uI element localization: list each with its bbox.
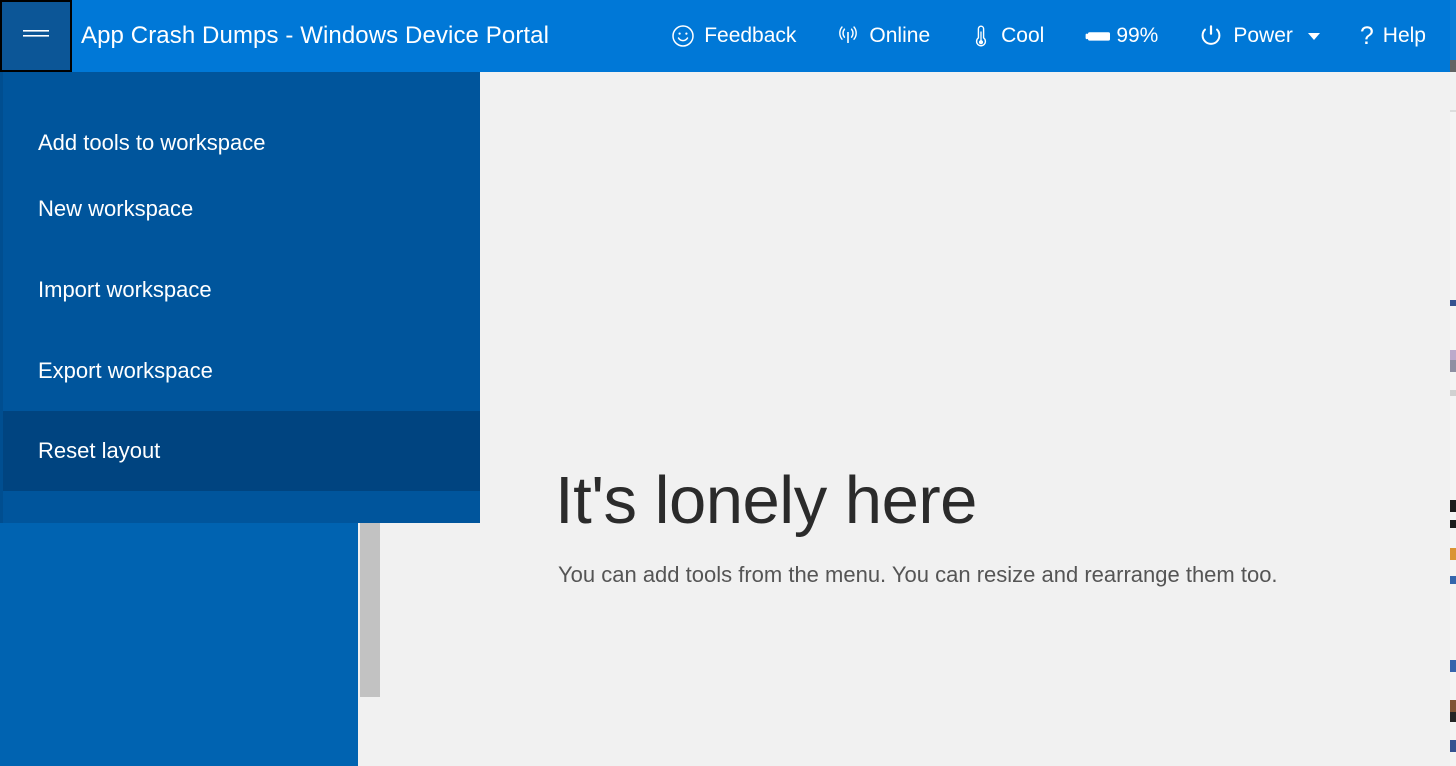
menu-item-import-workspace[interactable]: Import workspace — [0, 249, 480, 330]
online-status-button[interactable]: Online — [836, 0, 930, 72]
workspace-menu-panel: Add tools to workspace New workspace Imp… — [0, 72, 480, 523]
empty-state: It's lonely here You can add tools from … — [555, 467, 1278, 588]
battery-level-label: 99% — [1116, 24, 1159, 47]
background-window-sliver — [1450, 0, 1456, 766]
help-button[interactable]: ? Help — [1360, 0, 1426, 72]
temperature-status-button[interactable]: Cool — [970, 0, 1044, 72]
battery-status-button[interactable]: 99% — [1084, 0, 1158, 72]
hamburger-menu-button[interactable] — [0, 0, 72, 72]
hamburger-icon — [21, 26, 51, 47]
menu-item-label: Add tools to workspace — [38, 130, 266, 155]
feedback-label: Feedback — [704, 24, 797, 47]
chevron-down-icon — [1307, 32, 1320, 40]
power-icon — [1198, 23, 1224, 49]
menu-item-label: Export workspace — [38, 357, 213, 383]
power-menu-button[interactable]: Power — [1198, 0, 1320, 72]
menu-item-add-tools-to-workspace[interactable]: Add tools to workspace — [0, 72, 480, 168]
menu-item-export-workspace[interactable]: Export workspace — [0, 330, 480, 411]
menu-panel-left-edge — [0, 72, 3, 523]
menu-item-label: New workspace — [38, 195, 194, 221]
page-title: App Crash Dumps - Windows Device Portal — [81, 22, 550, 49]
question-mark-icon: ? — [1359, 21, 1374, 50]
thermometer-icon — [970, 23, 992, 49]
smiley-face-icon — [671, 24, 695, 48]
wifi-signal-icon — [836, 24, 860, 48]
power-label: Power — [1233, 24, 1293, 47]
empty-state-title: It's lonely here — [555, 463, 977, 538]
app-header: App Crash Dumps - Windows Device Portal … — [0, 0, 1450, 72]
app-root: Hologram Stability Kiosk mode Logging Ma… — [0, 0, 1456, 766]
menu-item-reset-layout[interactable]: Reset layout — [0, 411, 480, 491]
header-actions: Feedback Online Cool 99% Power ? Help — [671, 0, 1450, 72]
battery-icon — [1084, 25, 1114, 47]
online-label: Online — [869, 24, 931, 47]
sidebar-scrollbar-thumb[interactable] — [360, 523, 380, 697]
temperature-label: Cool — [1001, 24, 1045, 47]
menu-panel-bottom-filler — [0, 491, 480, 514]
main-content-area: It's lonely here You can add tools from … — [380, 72, 1450, 766]
help-label: Help — [1382, 24, 1426, 47]
menu-item-label: Reset layout — [38, 438, 161, 463]
menu-item-new-workspace[interactable]: New workspace — [0, 168, 480, 249]
menu-item-label: Import workspace — [38, 276, 212, 302]
feedback-button[interactable]: Feedback — [671, 0, 796, 72]
empty-state-subtitle: You can add tools from the menu. You can… — [558, 562, 1278, 587]
